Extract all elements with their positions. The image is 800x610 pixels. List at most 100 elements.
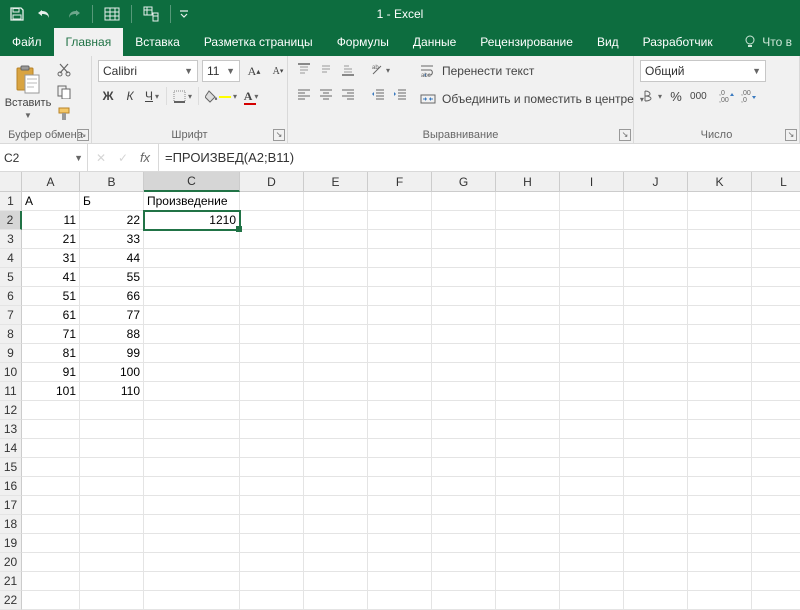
cell[interactable]: 1210 (144, 211, 240, 230)
cell[interactable] (240, 192, 304, 211)
cell[interactable]: 99 (80, 344, 144, 363)
cell[interactable] (752, 306, 800, 325)
cell[interactable] (432, 287, 496, 306)
row-header[interactable]: 15 (0, 458, 22, 477)
cell[interactable] (624, 553, 688, 572)
cell[interactable] (688, 572, 752, 591)
cell[interactable] (80, 496, 144, 515)
cell[interactable] (752, 572, 800, 591)
cell[interactable] (496, 325, 560, 344)
row-header[interactable]: 1 (0, 192, 22, 211)
cell[interactable] (22, 572, 80, 591)
cell[interactable] (496, 591, 560, 610)
cell[interactable] (368, 591, 432, 610)
cell[interactable] (688, 420, 752, 439)
cell[interactable] (432, 192, 496, 211)
cell[interactable] (496, 477, 560, 496)
column-header[interactable]: B (80, 172, 144, 192)
cell[interactable] (432, 211, 496, 230)
wrap-text-button[interactable]: abc Перенести текст (420, 60, 644, 82)
cell[interactable] (624, 515, 688, 534)
cell[interactable] (432, 553, 496, 572)
row-header[interactable]: 5 (0, 268, 22, 287)
cell[interactable] (368, 192, 432, 211)
row-header[interactable]: 11 (0, 382, 22, 401)
cell[interactable] (560, 591, 624, 610)
cell[interactable] (304, 572, 368, 591)
cell[interactable] (624, 363, 688, 382)
cell[interactable] (624, 287, 688, 306)
cell[interactable] (304, 268, 368, 287)
fill-color-icon[interactable]: ▾ (203, 86, 239, 106)
align-left-icon[interactable] (294, 84, 314, 104)
cell[interactable] (624, 382, 688, 401)
cell[interactable] (624, 211, 688, 230)
cell[interactable] (624, 534, 688, 553)
cell[interactable] (80, 401, 144, 420)
cell[interactable]: 71 (22, 325, 80, 344)
cell[interactable]: 11 (22, 211, 80, 230)
cell[interactable] (688, 477, 752, 496)
cell[interactable] (688, 192, 752, 211)
cell[interactable]: 77 (80, 306, 144, 325)
cell[interactable] (560, 344, 624, 363)
cell[interactable] (240, 515, 304, 534)
align-center-icon[interactable] (316, 84, 336, 104)
row-header[interactable]: 20 (0, 553, 22, 572)
cell[interactable] (304, 230, 368, 249)
cell[interactable] (432, 306, 496, 325)
cell[interactable]: 41 (22, 268, 80, 287)
row-header[interactable]: 18 (0, 515, 22, 534)
cell[interactable] (80, 553, 144, 572)
cell[interactable] (752, 287, 800, 306)
cell[interactable] (22, 439, 80, 458)
cell[interactable] (688, 287, 752, 306)
cell[interactable] (80, 420, 144, 439)
cell[interactable] (752, 401, 800, 420)
cell[interactable] (560, 382, 624, 401)
row-header[interactable]: 22 (0, 591, 22, 610)
cell[interactable] (496, 534, 560, 553)
cell[interactable]: Б (80, 192, 144, 211)
cell[interactable] (304, 591, 368, 610)
decrease-indent-icon[interactable] (368, 84, 388, 104)
row-header[interactable]: 16 (0, 477, 22, 496)
tab-file[interactable]: Файл (0, 28, 54, 56)
decrease-decimal-icon[interactable]: ,00,0 (739, 86, 759, 106)
cell[interactable] (432, 477, 496, 496)
row-header[interactable]: 3 (0, 230, 22, 249)
cell[interactable] (560, 572, 624, 591)
formula-input[interactable]: =ПРОИЗВЕД(A2;B11) (159, 144, 800, 171)
cell[interactable] (144, 287, 240, 306)
cell[interactable] (432, 230, 496, 249)
cell[interactable] (752, 249, 800, 268)
cell[interactable] (368, 325, 432, 344)
column-header[interactable]: A (22, 172, 80, 192)
cell[interactable] (432, 420, 496, 439)
cell[interactable] (432, 534, 496, 553)
cell[interactable] (560, 439, 624, 458)
increase-decimal-icon[interactable]: ,0,00 (717, 86, 737, 106)
cell[interactable] (624, 420, 688, 439)
cell[interactable] (560, 534, 624, 553)
copy-icon[interactable] (54, 82, 74, 102)
cell[interactable] (22, 458, 80, 477)
format-painter-icon[interactable] (54, 104, 74, 124)
accounting-format-icon[interactable]: ▾ (640, 86, 664, 106)
cell[interactable] (304, 401, 368, 420)
cell[interactable]: 66 (80, 287, 144, 306)
cell[interactable] (304, 439, 368, 458)
column-header[interactable]: L (752, 172, 800, 192)
save-icon[interactable] (4, 2, 30, 26)
cell[interactable]: 31 (22, 249, 80, 268)
cell[interactable] (368, 572, 432, 591)
redo-icon[interactable] (60, 2, 86, 26)
cell[interactable] (496, 458, 560, 477)
cell[interactable] (144, 553, 240, 572)
underline-button[interactable]: Ч▾ (142, 86, 162, 106)
italic-button[interactable]: К (120, 86, 140, 106)
cell[interactable] (496, 268, 560, 287)
cell[interactable] (560, 211, 624, 230)
cells-area[interactable]: АБПроизведение11221210213331444155516661… (22, 192, 800, 610)
cell[interactable] (624, 306, 688, 325)
